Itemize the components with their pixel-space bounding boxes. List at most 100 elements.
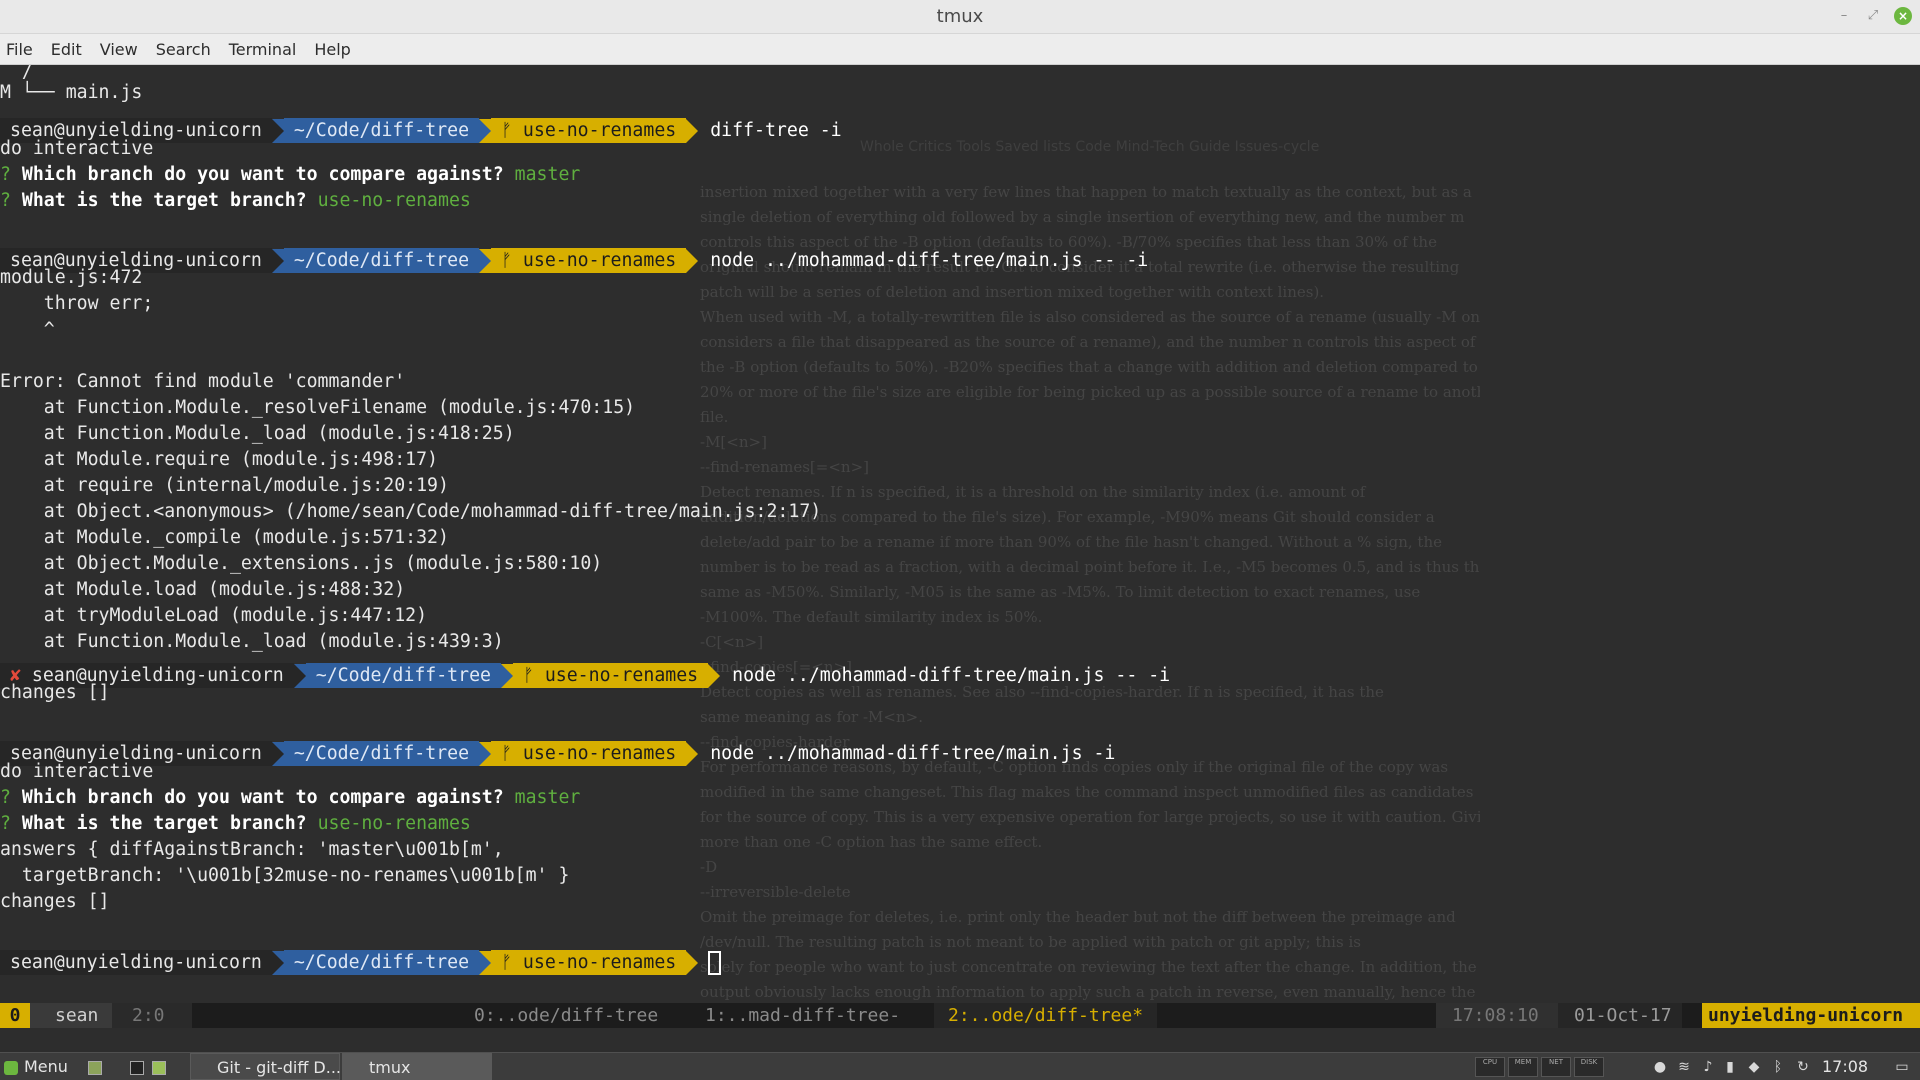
menu-edit[interactable]: Edit xyxy=(51,40,82,59)
ghost-line: single deletion of everything old follow… xyxy=(700,208,1465,226)
question-line: ? Which branch do you want to compare ag… xyxy=(0,162,580,188)
ghost-line: -D xyxy=(700,858,718,876)
terminal-cursor[interactable] xyxy=(708,950,722,975)
menu-search[interactable]: Search xyxy=(156,40,211,59)
question-text: Which branch do you want to compare agai… xyxy=(21,164,504,185)
powerline-separator xyxy=(271,248,284,273)
stack-line: at Object.Module._extensions..js (module… xyxy=(0,553,603,574)
powerline-separator xyxy=(686,741,699,766)
minimize-icon[interactable]: – xyxy=(1835,7,1853,25)
tmux-window-2-active[interactable]: 2:..ode/diff-tree* xyxy=(934,1003,1158,1028)
ghost-line: -C[<n>] xyxy=(700,633,764,651)
menu-terminal[interactable]: Terminal xyxy=(229,40,297,59)
prompt-line: ✘ sean@unyielding-unicorn ~/Code/diff-tr… xyxy=(0,663,1170,688)
prompt-line: sean@unyielding-unicorn ~/Code/diff-tree… xyxy=(0,741,1115,766)
question-line: ? Which branch do you want to compare ag… xyxy=(0,785,580,811)
window-titlebar[interactable]: tmux – ⤢ × xyxy=(0,0,1920,34)
output-line: throw err; xyxy=(0,293,154,314)
cpu-monitor-label: CPU xyxy=(1482,1058,1498,1066)
tmux-window-0[interactable]: 0:..ode/diff-tree xyxy=(474,1003,658,1028)
output-line: do interactive xyxy=(0,761,154,782)
ghost-line: more than one -C option has the same eff… xyxy=(700,833,1043,851)
tmux-hostname: unyielding-unicorn xyxy=(1702,1003,1920,1028)
maximize-icon[interactable]: ⤢ xyxy=(1864,7,1882,25)
question-line: ? What is the target branch? use-no-rena… xyxy=(0,811,471,837)
update-icon[interactable]: ↻ xyxy=(1795,1059,1811,1075)
prompt-line: sean@unyielding-unicorn ~/Code/diff-tree… xyxy=(0,950,722,975)
ghost-line: the -B option (defaults to 50%). -B20% s… xyxy=(700,358,1478,376)
menu-help[interactable]: Help xyxy=(314,40,350,59)
answer-text: use-no-renames xyxy=(317,190,471,211)
question-mark: ? xyxy=(0,190,22,211)
ghost-line: Omit the preimage for deletes, i.e. prin… xyxy=(700,908,1456,926)
cpu-monitor[interactable]: CPU xyxy=(1475,1057,1505,1077)
ghost-line: output obviously lacks enough informatio… xyxy=(700,983,1476,1001)
ghost-line: same as -M50%. Similarly, -M05 is the sa… xyxy=(700,583,1421,601)
tmux-session-name: sean xyxy=(30,1003,112,1028)
powerline-separator xyxy=(686,950,699,975)
ghost-line: considers a file that disappeared as the… xyxy=(700,333,1476,351)
prompt-path: ~/Code/diff-tree xyxy=(305,663,501,688)
prompt-path: ~/Code/diff-tree xyxy=(283,950,480,975)
user-icon[interactable]: ● xyxy=(1652,1059,1668,1075)
prompt-branch: ᚠ use-no-renames xyxy=(491,248,687,273)
question-text: What is the target branch? xyxy=(21,190,307,211)
ghost-line: modified in the same changeset. This fla… xyxy=(700,783,1474,801)
ghost-line: --irreversible-delete xyxy=(700,883,851,901)
output-line: module.js:472 xyxy=(0,267,143,288)
taskbar-label: tmux xyxy=(369,1058,411,1077)
panel-clock[interactable]: 17:08 xyxy=(1822,1053,1868,1080)
menu-view[interactable]: View xyxy=(100,40,138,59)
disk-monitor[interactable]: DISK xyxy=(1574,1057,1604,1077)
memory-monitor[interactable]: MEM xyxy=(1508,1057,1538,1077)
output-line: do interactive xyxy=(0,138,154,159)
powerline-separator xyxy=(271,118,284,143)
prompt-line: sean@unyielding-unicorn ~/Code/diff-tree… xyxy=(0,248,1148,273)
taskbar-item-tmux[interactable]: tmux xyxy=(342,1053,492,1080)
ghost-line: delete/add pair to be a rename if more t… xyxy=(700,533,1442,551)
taskbar-label: Git - git-diff D... xyxy=(217,1058,341,1077)
powerline-separator xyxy=(271,950,284,975)
ghost-line: /dev/null. The resulting patch is not me… xyxy=(700,933,1361,951)
ghost-line: number is to be read as a fraction, with… xyxy=(700,558,1480,576)
menu-file[interactable]: File xyxy=(6,40,33,59)
desktop-panel: Menu Git - git-diff D... tmux CPU MEM NE… xyxy=(0,1052,1920,1080)
bluetooth-icon[interactable]: ᛒ xyxy=(1770,1059,1786,1075)
powerline-separator xyxy=(293,663,306,688)
menu-bar: File Edit View Search Terminal Help xyxy=(0,34,1920,65)
network-monitor[interactable]: NET xyxy=(1541,1057,1571,1077)
powerline-separator xyxy=(479,950,492,975)
answer-text: master xyxy=(514,787,581,808)
network-icon[interactable]: ≋ xyxy=(1676,1059,1692,1075)
files-launcher-icon[interactable] xyxy=(152,1053,166,1080)
command-text: node ../mohammad-diff-tree/main.js -- -i xyxy=(710,250,1149,271)
stack-line: at tryModuleLoad (module.js:447:12) xyxy=(0,605,428,626)
stack-line: at Function.Module._resolveFilename (mod… xyxy=(0,397,636,418)
taskbar-item-browser[interactable]: Git - git-diff D... xyxy=(190,1053,341,1080)
show-desktop-icon[interactable] xyxy=(88,1053,102,1080)
shield-icon[interactable]: ◆ xyxy=(1746,1059,1762,1075)
command-text: diff-tree -i xyxy=(710,120,842,141)
terminal-launcher-icon[interactable] xyxy=(130,1053,144,1080)
ghost-line: file. xyxy=(700,408,729,426)
close-icon[interactable]: × xyxy=(1894,7,1912,25)
output-line: targetBranch: '\u001b[32muse-no-renames\… xyxy=(0,865,570,886)
stack-line: at Function.Module._load (module.js:439:… xyxy=(0,631,504,652)
display-icon[interactable]: ▭ xyxy=(1894,1059,1910,1075)
battery-icon[interactable]: ▮ xyxy=(1722,1059,1738,1075)
command-text: node ../mohammad-diff-tree/main.js -i xyxy=(710,743,1116,764)
output-line: ^ xyxy=(0,319,55,340)
ghost-line: --find-renames[=<n>] xyxy=(700,458,869,476)
output-line: answers { diffAgainstBranch: 'master\u00… xyxy=(0,839,504,860)
question-mark: ? xyxy=(0,787,22,808)
start-menu-button[interactable]: Menu xyxy=(4,1053,68,1080)
tmux-window-1[interactable]: 1:..mad-diff-tree- xyxy=(705,1003,900,1028)
volume-icon[interactable]: ♪ xyxy=(1700,1059,1716,1075)
terminal-pane[interactable]: Whole Critics Tools Saved lists Code Min… xyxy=(0,65,1920,1007)
tree-main: M └── main.js xyxy=(0,82,143,103)
ghost-line: When used with -M, a totally-rewritten f… xyxy=(700,308,1480,326)
tmux-date: 01-Oct-17 xyxy=(1558,1003,1682,1028)
stack-line: at Module._compile (module.js:571:32) xyxy=(0,527,449,548)
stack-line: at Module.require (module.js:498:17) xyxy=(0,449,438,470)
answer-text: master xyxy=(514,164,581,185)
